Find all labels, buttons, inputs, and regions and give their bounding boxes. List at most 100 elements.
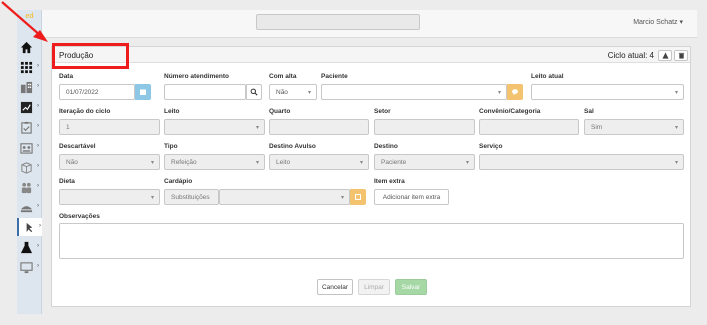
sidebar-item-people[interactable]: › xyxy=(17,178,42,196)
building-icon xyxy=(20,81,33,93)
bed-label: Leito xyxy=(164,108,180,115)
menu-list-button[interactable] xyxy=(350,189,366,205)
chevron-right-icon: › xyxy=(37,143,39,149)
destination-value: Paciente xyxy=(381,158,407,166)
chevron-down-icon: ▾ xyxy=(340,195,344,201)
extra-item-label: Item extra xyxy=(374,178,405,185)
user-menu[interactable]: Marcio Schatz ▾ xyxy=(633,18,683,26)
bed-select: ▾ xyxy=(164,119,265,135)
sidebar-item-clipboard[interactable]: › xyxy=(17,118,42,136)
chevron-down-icon: ▾ xyxy=(307,90,311,96)
disposable-value: Não xyxy=(66,158,78,166)
insurance-label: Convênio/Categoria xyxy=(479,108,541,115)
panel-header: Produção Ciclo atual: 4 xyxy=(52,47,690,63)
attendance-number-input[interactable] xyxy=(164,84,246,100)
chevron-down-icon: ▾ xyxy=(674,125,678,131)
top-bar: Marcio Schatz ▾ xyxy=(42,10,697,38)
chevron-down-icon: ▾ xyxy=(150,195,154,201)
comment-icon xyxy=(512,89,518,96)
box-icon xyxy=(21,161,32,174)
chevron-down-icon: ▾ xyxy=(497,90,501,96)
single-destination-select: Leito ▾ xyxy=(269,154,369,170)
flask-icon xyxy=(20,241,33,253)
chevron-down-icon: ▾ xyxy=(255,125,259,131)
sidebar-item-box[interactable]: › xyxy=(17,158,42,176)
annotation-arrow-icon xyxy=(1,1,48,42)
menu-select: ▾ xyxy=(219,189,350,205)
service-select: ▾ xyxy=(479,154,684,170)
clear-button[interactable]: Limpar xyxy=(358,279,390,295)
warning-button[interactable] xyxy=(658,50,672,61)
chevron-down-icon: ▾ xyxy=(255,160,259,166)
sidebar-item-kitchen[interactable]: › xyxy=(17,138,42,156)
salt-value: Sim xyxy=(591,123,603,131)
discharged-select[interactable]: Não ▾ xyxy=(269,84,317,100)
current-bed-select[interactable]: ▾ xyxy=(531,84,684,100)
room-label: Quarto xyxy=(269,108,291,115)
patient-select[interactable]: ▾ xyxy=(321,84,507,100)
destination-select: Paciente ▾ xyxy=(374,154,475,170)
clipboard-icon xyxy=(21,121,32,134)
chevron-down-icon: ▾ xyxy=(674,90,678,96)
salt-label: Sal xyxy=(584,108,594,115)
attendance-search-button[interactable] xyxy=(246,84,262,100)
insurance-field xyxy=(479,119,579,135)
chart-icon xyxy=(20,101,33,113)
chevron-right-icon: › xyxy=(37,123,39,129)
room-field xyxy=(269,119,369,135)
grid-icon xyxy=(20,61,33,73)
observations-label: Observações xyxy=(59,213,100,220)
title-highlight-box xyxy=(52,43,129,69)
chevron-down-icon: ▾ xyxy=(674,160,678,166)
cycle-iteration-label: Iteração do ciclo xyxy=(59,108,111,115)
disposable-label: Descartável xyxy=(59,143,96,150)
chevron-right-icon: › xyxy=(37,163,39,169)
sidebar-item-apps[interactable]: › xyxy=(17,58,42,76)
discharged-label: Com alta xyxy=(269,73,297,80)
sidebar-item-settings[interactable]: › xyxy=(17,258,42,276)
discharged-value: Não xyxy=(276,88,288,96)
cursor-icon xyxy=(26,222,33,232)
date-field[interactable]: 01/07/2022 xyxy=(59,84,135,100)
top-search-box[interactable] xyxy=(256,14,420,30)
warning-icon xyxy=(661,52,669,59)
sidebar-item-production[interactable]: › xyxy=(17,198,42,216)
single-destination-value: Leito xyxy=(276,158,291,166)
diet-select: ▾ xyxy=(59,189,160,205)
single-destination-label: Destino Avulso xyxy=(269,143,316,150)
trash-button[interactable] xyxy=(674,50,688,61)
calendar-icon xyxy=(140,89,146,95)
destination-label: Destino xyxy=(374,143,398,150)
sidebar-item-buildings[interactable]: › xyxy=(17,78,42,96)
cycle-iteration-field: 1 xyxy=(59,119,160,135)
trash-icon xyxy=(678,52,684,59)
chevron-right-icon: › xyxy=(37,83,39,89)
chevron-right-icon: › xyxy=(37,243,39,249)
save-button[interactable]: Salvar xyxy=(395,279,427,295)
sector-label: Setor xyxy=(374,108,391,115)
sidebar-item-current[interactable]: › xyxy=(17,218,42,236)
type-label: Tipo xyxy=(164,143,178,150)
current-bed-label: Leito atual xyxy=(531,73,564,80)
substitutions-field: Substituições xyxy=(164,189,219,205)
cancel-button[interactable]: Cancelar xyxy=(317,279,353,295)
chevron-right-icon: › xyxy=(39,223,41,229)
patient-label: Paciente xyxy=(321,73,348,80)
sidebar-item-chart[interactable]: › xyxy=(17,98,42,116)
calendar-button[interactable] xyxy=(135,84,151,100)
production-panel: Produção Ciclo atual: 4 Data 01/07/2022 … xyxy=(51,46,691,307)
patient-comment-button[interactable] xyxy=(507,84,523,100)
sidebar-item-lab[interactable]: › xyxy=(17,238,42,256)
type-select: Refeição ▾ xyxy=(164,154,265,170)
diet-label: Dieta xyxy=(59,178,75,185)
salt-select: Sim ▾ xyxy=(584,119,684,135)
chevron-right-icon: › xyxy=(37,183,39,189)
add-extra-item-button[interactable]: Adicionar item extra xyxy=(374,189,449,205)
observations-textarea[interactable] xyxy=(59,223,684,259)
attendance-number-label: Número atendimento xyxy=(164,73,230,80)
disposable-select: Não ▾ xyxy=(59,154,160,170)
monitor-icon xyxy=(20,261,33,273)
chevron-down-icon: ▾ xyxy=(150,160,154,166)
menu-label: Cardápio xyxy=(164,178,193,185)
chevron-right-icon: › xyxy=(37,263,39,269)
